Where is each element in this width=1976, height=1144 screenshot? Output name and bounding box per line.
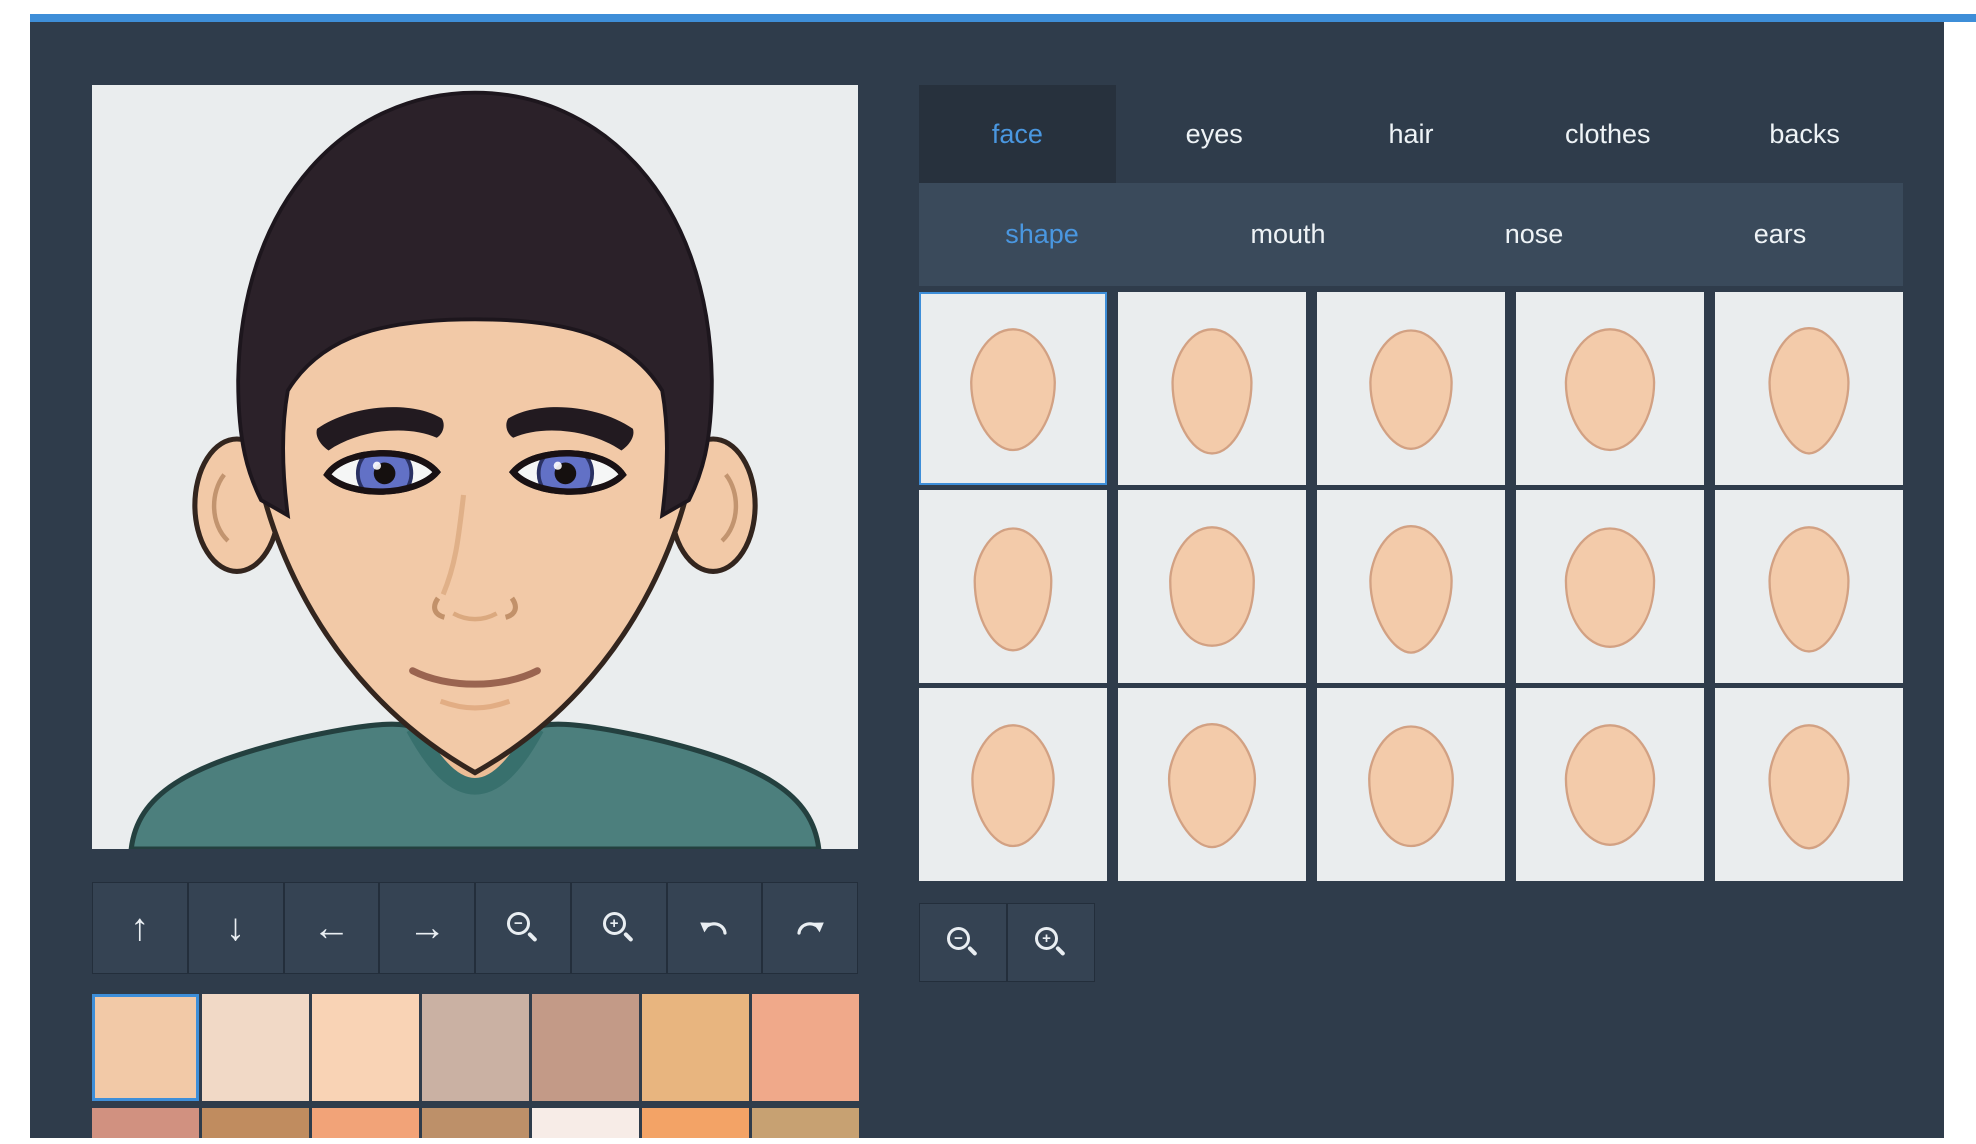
skin-color-swatch[interactable]	[422, 1108, 529, 1138]
face-subtabs: shape mouth nose ears	[919, 183, 1903, 286]
skin-color-swatch[interactable]	[312, 1108, 419, 1138]
face-shape-icon	[1552, 511, 1668, 662]
subtab-ears[interactable]: ears	[1657, 183, 1903, 286]
up-arrow-icon: ↑	[130, 909, 149, 947]
avatar-preview-panel	[92, 85, 858, 849]
face-shape-option[interactable]	[1516, 292, 1704, 485]
face-shape-option[interactable]	[1317, 292, 1505, 485]
zoom-in-button[interactable]: +	[571, 882, 667, 974]
face-shape-icon	[1751, 511, 1867, 662]
move-right-button[interactable]: →	[379, 882, 475, 974]
grid-zoom-controls: − +	[919, 903, 1903, 982]
skin-color-swatch[interactable]	[92, 1108, 199, 1138]
face-shape-option[interactable]	[1118, 490, 1306, 683]
avatar-image	[92, 85, 858, 849]
zoom-out-icon: −	[947, 927, 979, 959]
skin-color-swatch[interactable]	[422, 994, 529, 1101]
skin-color-swatch[interactable]	[532, 994, 639, 1101]
face-shape-icon	[955, 511, 1071, 662]
face-shape-icon	[1353, 511, 1469, 662]
face-shape-option[interactable]	[1118, 688, 1306, 881]
right-arrow-icon: →	[408, 909, 446, 947]
category-tabs: face eyes hair clothes backs	[919, 85, 1903, 183]
face-shape-grid	[919, 292, 1903, 881]
face-shape-option[interactable]	[1118, 292, 1306, 485]
zoom-in-icon: +	[603, 912, 635, 944]
grid-zoom-out-button[interactable]: −	[919, 903, 1007, 982]
move-down-button[interactable]: ↓	[188, 882, 284, 974]
tab-backs[interactable]: backs	[1706, 85, 1903, 183]
skin-color-swatch[interactable]	[532, 1108, 639, 1138]
subtab-mouth[interactable]: mouth	[1165, 183, 1411, 286]
face-shape-option[interactable]	[1715, 688, 1903, 881]
skin-color-swatch[interactable]	[642, 1108, 749, 1138]
move-left-button[interactable]: ←	[284, 882, 380, 974]
avatar-editor-app: ↑ ↓ ← → − +	[30, 22, 1944, 1138]
skin-color-swatch[interactable]	[202, 1108, 309, 1138]
tab-hair[interactable]: hair	[1313, 85, 1510, 183]
face-shape-option[interactable]	[1317, 490, 1505, 683]
subtab-shape[interactable]: shape	[919, 183, 1165, 286]
face-shape-icon	[955, 313, 1071, 464]
face-shape-option[interactable]	[919, 688, 1107, 881]
face-shape-icon	[1353, 313, 1469, 464]
face-shape-option[interactable]	[919, 490, 1107, 683]
face-shape-icon	[1154, 709, 1270, 860]
move-up-button[interactable]: ↑	[92, 882, 188, 974]
redo-icon	[793, 911, 827, 945]
face-shape-icon	[1154, 313, 1270, 464]
grid-zoom-in-button[interactable]: +	[1007, 903, 1095, 982]
zoom-out-icon: −	[507, 912, 539, 944]
face-shape-icon	[1353, 709, 1469, 860]
skin-color-swatch[interactable]	[642, 994, 749, 1101]
skin-color-swatch[interactable]	[752, 1108, 859, 1138]
top-accent-bar	[30, 14, 1976, 22]
face-shape-icon	[1751, 709, 1867, 860]
zoom-out-button[interactable]: −	[475, 882, 571, 974]
options-panel: face eyes hair clothes backs shape mouth…	[919, 85, 1903, 982]
preview-toolbar: ↑ ↓ ← → − +	[92, 882, 858, 974]
face-shape-option[interactable]	[1715, 292, 1903, 485]
undo-icon	[697, 911, 731, 945]
tab-clothes[interactable]: clothes	[1509, 85, 1706, 183]
face-shape-option[interactable]	[1317, 688, 1505, 881]
face-shape-option[interactable]	[1516, 688, 1704, 881]
down-arrow-icon: ↓	[226, 909, 245, 947]
tab-face[interactable]: face	[919, 85, 1116, 183]
tab-eyes[interactable]: eyes	[1116, 85, 1313, 183]
skin-color-swatch[interactable]	[202, 994, 309, 1101]
face-shape-option[interactable]	[1516, 490, 1704, 683]
face-shape-option[interactable]	[1715, 490, 1903, 683]
skin-color-swatch[interactable]	[92, 994, 199, 1101]
face-shape-icon	[1154, 511, 1270, 662]
subtab-nose[interactable]: nose	[1411, 183, 1657, 286]
face-shape-icon	[1552, 313, 1668, 464]
skin-color-palette	[92, 994, 859, 1138]
skin-color-swatch[interactable]	[312, 994, 419, 1101]
left-arrow-icon: ←	[312, 909, 350, 947]
face-shape-icon	[1552, 709, 1668, 860]
zoom-in-icon: +	[1035, 927, 1067, 959]
face-shape-icon	[1751, 313, 1867, 464]
redo-button[interactable]	[762, 882, 858, 974]
skin-color-swatch[interactable]	[752, 994, 859, 1101]
undo-button[interactable]	[667, 882, 763, 974]
face-shape-option[interactable]	[919, 292, 1107, 485]
face-shape-icon	[955, 709, 1071, 860]
